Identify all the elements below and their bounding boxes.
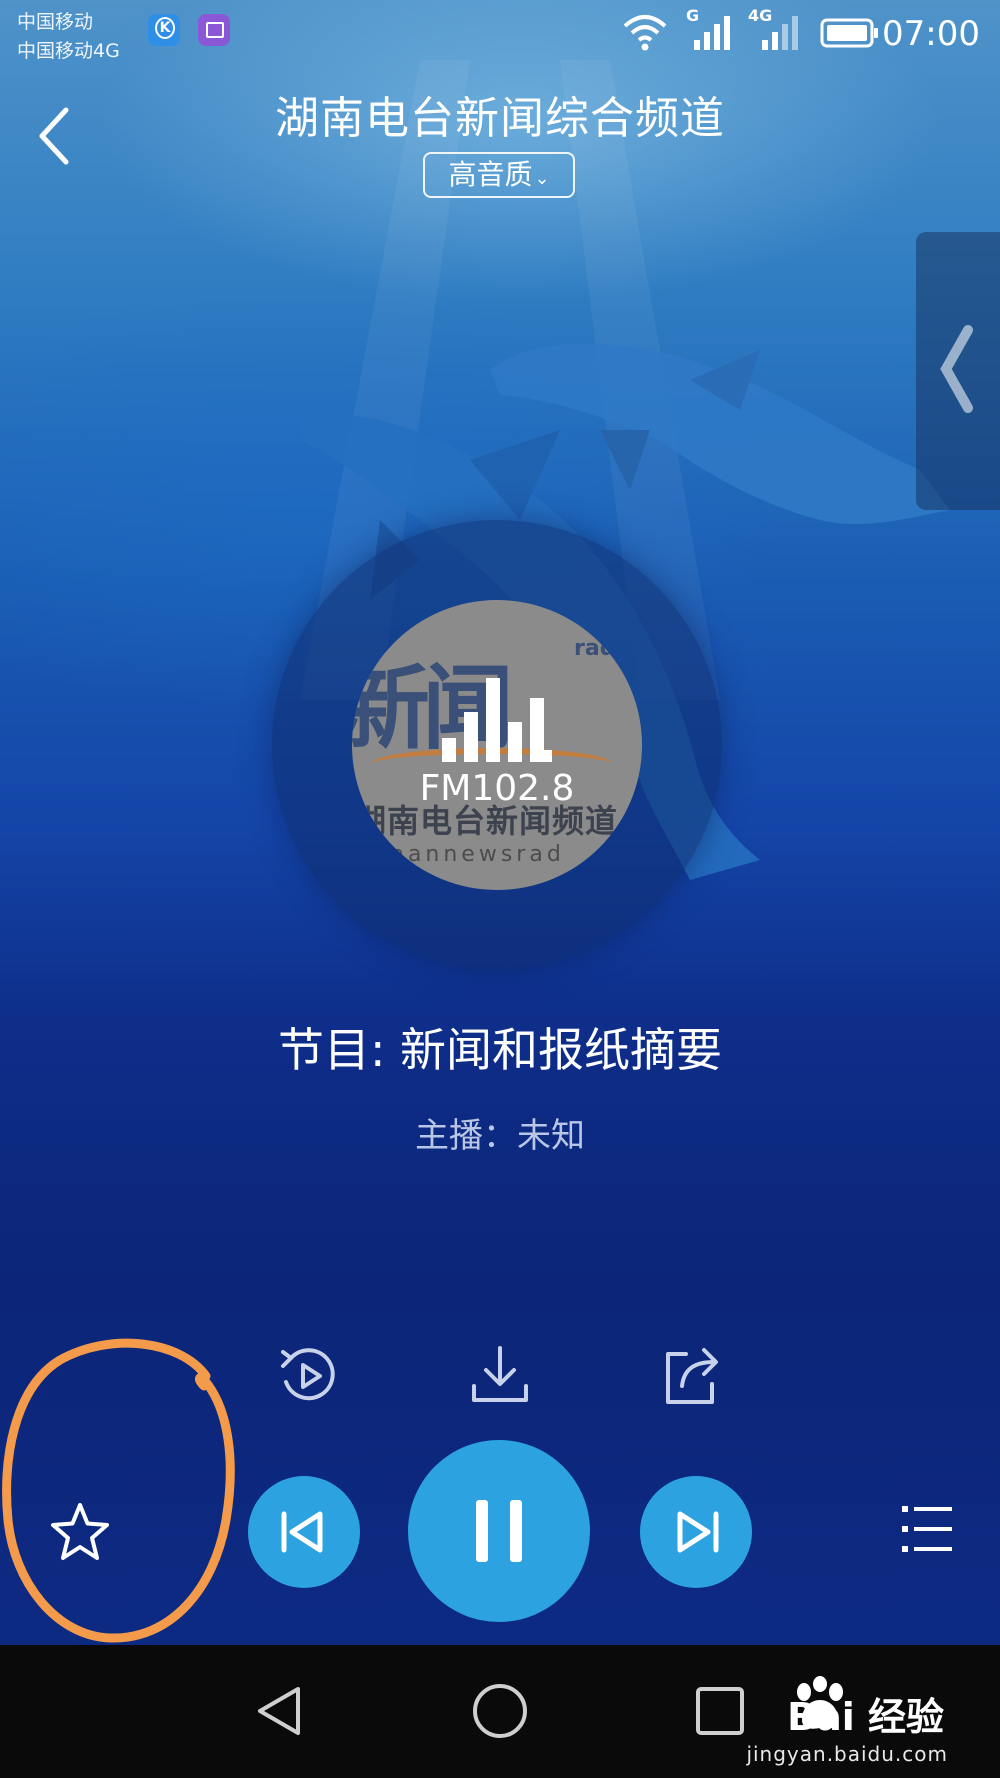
download-icon (472, 1346, 528, 1402)
nav-home-button[interactable] (470, 1681, 530, 1741)
nav-back-icon (258, 1687, 300, 1735)
next-icon (677, 1511, 719, 1553)
carrier-label-4g: 中国移动4G (17, 40, 120, 62)
status-bar: 中国移动 中国移动4G G 4G 07:00 (0, 0, 1000, 64)
equalizer-icon (442, 678, 552, 762)
frequency-label: FM102.8 (419, 768, 575, 809)
share-button[interactable] (660, 1344, 724, 1408)
replay-button[interactable] (277, 1344, 341, 1408)
nav-home-icon (473, 1684, 527, 1738)
program-title: 节目: 新闻和报纸摘要 (277, 1023, 723, 1077)
annotation-circle (2, 1338, 235, 1643)
wifi-icon (623, 15, 667, 51)
carrier-label: 中国移动 (17, 11, 94, 33)
host-label: 主播：未知 (415, 1116, 585, 1156)
playlist-icon[interactable] (900, 1502, 954, 1556)
previous-button[interactable] (248, 1476, 360, 1588)
gallery-notification-icon (198, 14, 230, 46)
quality-label: 高音质 (448, 158, 533, 191)
kugou-notification-icon (148, 14, 180, 46)
chevron-left-icon (940, 325, 973, 413)
chevron-down-icon: ⌄ (534, 168, 550, 189)
previous-icon (281, 1511, 323, 1553)
nav-recents-icon (696, 1687, 744, 1735)
next-button[interactable] (640, 1476, 752, 1588)
station-logo-disc: 新闻 radi 湖南电台新闻频道 nannewsrad FM102.8 (352, 600, 642, 890)
clock: 07:00 (882, 14, 980, 54)
replay-icon (281, 1348, 335, 1401)
battery-icon (820, 18, 878, 48)
watermark-url: jingyan.baidu.com (746, 1742, 948, 1766)
audio-quality-selector[interactable]: 高音质 ⌄ (423, 152, 575, 198)
watermark-brand: Bai 经验 (787, 1695, 944, 1739)
pause-button[interactable] (408, 1440, 590, 1622)
signal-icon (694, 16, 730, 50)
download-button[interactable] (468, 1344, 532, 1408)
nav-recents-button[interactable] (690, 1681, 750, 1741)
nav-back-button[interactable] (250, 1681, 310, 1741)
share-icon (666, 1348, 718, 1404)
station-title: 湖南电台新闻综合频道 (275, 93, 725, 144)
pause-icon (476, 1500, 522, 1562)
side-drawer-tab[interactable] (916, 232, 1000, 510)
signal-icon-4g (762, 16, 798, 50)
logo-corner-text: radi (574, 636, 623, 661)
logo-english-name: nannewsrad (390, 842, 565, 867)
